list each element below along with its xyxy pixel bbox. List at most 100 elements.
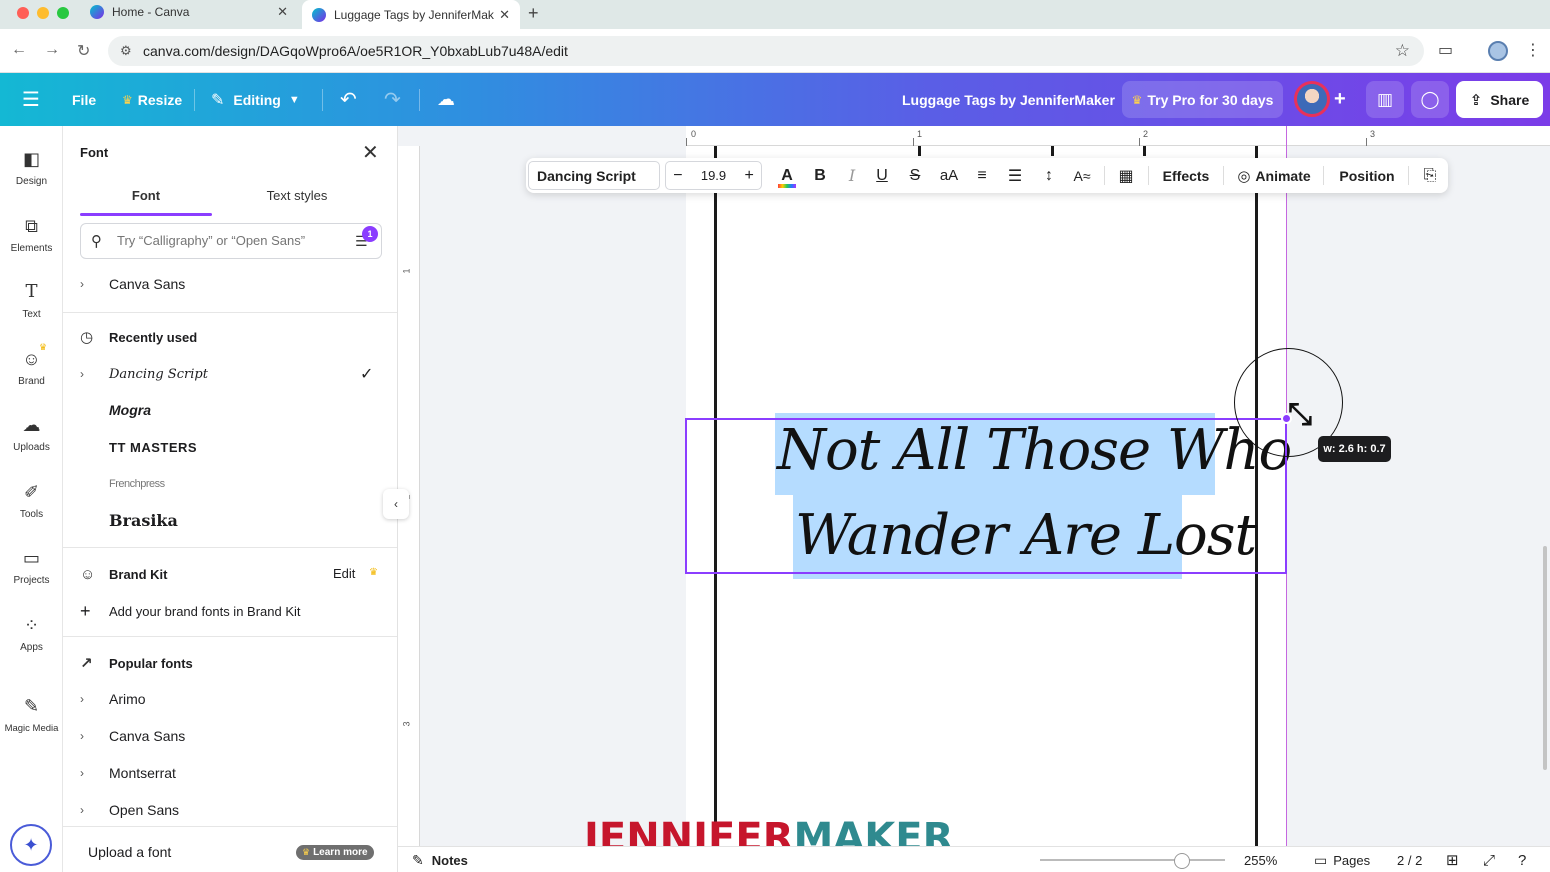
redo-icon[interactable]: ↷: [384, 73, 401, 126]
transparency-icon[interactable]: ▦: [1110, 158, 1142, 193]
pages-button[interactable]: ▭ Pages: [1314, 847, 1370, 872]
underline-icon[interactable]: U: [866, 158, 898, 193]
animate-button[interactable]: ◎ Animate: [1233, 158, 1315, 193]
browser-profile-avatar[interactable]: [1488, 41, 1508, 61]
effects-button[interactable]: Effects: [1158, 158, 1214, 193]
bookmark-star-icon[interactable]: ☆: [1395, 41, 1410, 61]
rail-item-elements[interactable]: ⧉ Elements: [0, 215, 63, 254]
close-tab-icon[interactable]: ✕: [277, 4, 288, 20]
font-item-arimo[interactable]: › Arimo: [80, 684, 382, 714]
insights-chart-icon[interactable]: ▥: [1366, 81, 1404, 118]
font-family-dropdown[interactable]: Dancing Script: [528, 161, 660, 190]
cut-mark: [1051, 146, 1054, 156]
font-item-canva-sans[interactable]: › Canva Sans: [80, 269, 382, 299]
share-button[interactable]: ⇪ Share: [1456, 81, 1543, 118]
fullscreen-icon[interactable]: ⤢: [1483, 847, 1495, 872]
font-item-open-sans[interactable]: › Open Sans: [80, 795, 382, 825]
undo-icon[interactable]: ↶: [340, 73, 357, 126]
file-menu[interactable]: File: [72, 73, 96, 126]
font-item-brasika[interactable]: Brasika: [80, 505, 382, 535]
window-close-button[interactable]: [17, 7, 29, 19]
italic-icon[interactable]: I: [836, 158, 868, 193]
projects-icon: ▭: [22, 548, 40, 568]
font-item-tt-masters[interactable]: TT MASTERS: [80, 432, 382, 462]
font-item-mogra[interactable]: Mogra: [80, 395, 382, 425]
align-center-icon[interactable]: ≡: [966, 158, 998, 193]
browser-tab-luggage-tags[interactable]: Luggage Tags by JenniferMaker ✕: [302, 0, 520, 29]
window-zoom-button[interactable]: [57, 7, 69, 19]
zoom-slider-knob[interactable]: [1174, 853, 1191, 869]
font-item-frenchpress[interactable]: Frenchpress: [80, 469, 382, 499]
browser-menu-icon[interactable]: ⋮: [1525, 40, 1541, 60]
font-item-canva-sans-popular[interactable]: › Canva Sans: [80, 721, 382, 751]
font-search-input[interactable]: [117, 233, 337, 248]
font-item-montserrat[interactable]: › Montserrat: [80, 758, 382, 788]
document-title[interactable]: Luggage Tags by JenniferMaker: [902, 73, 1115, 126]
rail-item-tools[interactable]: ✐ Tools: [0, 481, 63, 520]
bullet-list-icon[interactable]: ☰: [999, 158, 1031, 193]
copy-style-paint-roller-icon[interactable]: ⎘: [1415, 158, 1445, 193]
brand-kit-edit-link[interactable]: Edit: [333, 566, 355, 581]
back-arrow-icon[interactable]: ←: [11, 41, 27, 59]
font-size-stepper: − 19.9 +: [665, 161, 762, 190]
cast-icon[interactable]: ▭: [1438, 40, 1453, 60]
cloud-save-icon[interactable]: ☁: [437, 73, 455, 126]
resize-button[interactable]: ♛ Resize: [122, 73, 182, 126]
increase-size-button[interactable]: +: [737, 167, 761, 185]
font-name: Mogra: [109, 402, 151, 418]
try-pro-button[interactable]: ♛ Try Pro for 30 days: [1122, 81, 1283, 118]
chevron-right-icon: ›: [80, 277, 84, 291]
chevron-right-icon: ›: [80, 692, 84, 706]
window-minimize-button[interactable]: [37, 7, 49, 19]
url-field[interactable]: ⚙ canva.com/design/DAGqoWpro6A/oe5R1OR_Y…: [108, 36, 1424, 66]
rail-item-uploads[interactable]: ☁ Uploads: [0, 414, 63, 453]
font-item-dancing-script[interactable]: › Dancing Script: [80, 359, 382, 389]
line-spacing-icon[interactable]: ↕: [1033, 158, 1065, 193]
rail-label: Brand: [18, 376, 45, 387]
notes-button[interactable]: ✎ Notes: [412, 847, 468, 872]
close-tab-icon[interactable]: ✕: [499, 7, 510, 23]
reload-icon[interactable]: ↻: [77, 41, 90, 61]
vertical-scrollbar[interactable]: [1543, 546, 1547, 770]
browser-tab-home[interactable]: Home - Canva ✕: [80, 0, 298, 24]
text-selection-box[interactable]: [685, 418, 1287, 574]
magic-assistant-sparkle-icon[interactable]: ✦: [10, 824, 52, 866]
rail-item-apps[interactable]: ⁘ Apps: [0, 614, 63, 653]
font-search-box[interactable]: ⚲ ☰ 1: [80, 223, 382, 259]
editing-mode-dropdown[interactable]: ✎ Editing ▼: [211, 73, 300, 126]
text-effects-style-icon[interactable]: A≈: [1066, 158, 1098, 193]
new-tab-icon[interactable]: +: [528, 3, 539, 24]
zoom-percentage[interactable]: 255%: [1244, 847, 1277, 872]
zoom-slider-track[interactable]: [1040, 859, 1225, 861]
tab-font[interactable]: Font: [80, 188, 212, 203]
active-tab-indicator: [80, 213, 212, 216]
font-size-value[interactable]: 19.9: [690, 168, 738, 183]
rail-item-brand[interactable]: ☺ Brand: [0, 348, 63, 387]
site-settings-icon[interactable]: ⚙: [120, 43, 132, 59]
grid-view-icon[interactable]: ⊞: [1446, 847, 1459, 872]
close-panel-icon[interactable]: ✕: [362, 140, 379, 165]
font-name: Canva Sans: [109, 276, 186, 292]
rail-item-text[interactable]: T Text: [0, 281, 63, 320]
rail-item-design[interactable]: ◧ Design: [0, 148, 63, 187]
collapse-panel-chevron-icon[interactable]: ‹: [383, 489, 409, 519]
forward-arrow-icon[interactable]: →: [44, 41, 60, 59]
strikethrough-icon[interactable]: S: [899, 158, 931, 193]
position-button[interactable]: Position: [1335, 158, 1399, 193]
add-collaborator-icon[interactable]: +: [1334, 73, 1346, 126]
comments-icon[interactable]: ◯: [1411, 81, 1449, 118]
tab-text-styles[interactable]: Text styles: [231, 188, 363, 203]
dimension-tooltip: w: 2.6 h: 0.7: [1318, 436, 1391, 462]
user-avatar[interactable]: [1294, 81, 1330, 117]
rail-item-magic-media[interactable]: ✎ Magic Media: [0, 695, 63, 734]
upload-font-button[interactable]: Upload a font: [88, 844, 171, 860]
bold-icon[interactable]: B: [804, 158, 836, 193]
main-menu-icon[interactable]: ☰: [22, 73, 40, 126]
rail-item-projects[interactable]: ▭ Projects: [0, 547, 63, 586]
learn-more-badge[interactable]: ♛ Learn more: [296, 845, 374, 860]
letter-case-icon[interactable]: aA: [933, 158, 965, 193]
help-icon[interactable]: ?: [1518, 847, 1526, 872]
tab-title: Luggage Tags by JenniferMaker: [334, 7, 494, 22]
add-brand-fonts[interactable]: + Add your brand fonts in Brand Kit: [80, 596, 382, 626]
decrease-size-button[interactable]: −: [666, 167, 690, 185]
